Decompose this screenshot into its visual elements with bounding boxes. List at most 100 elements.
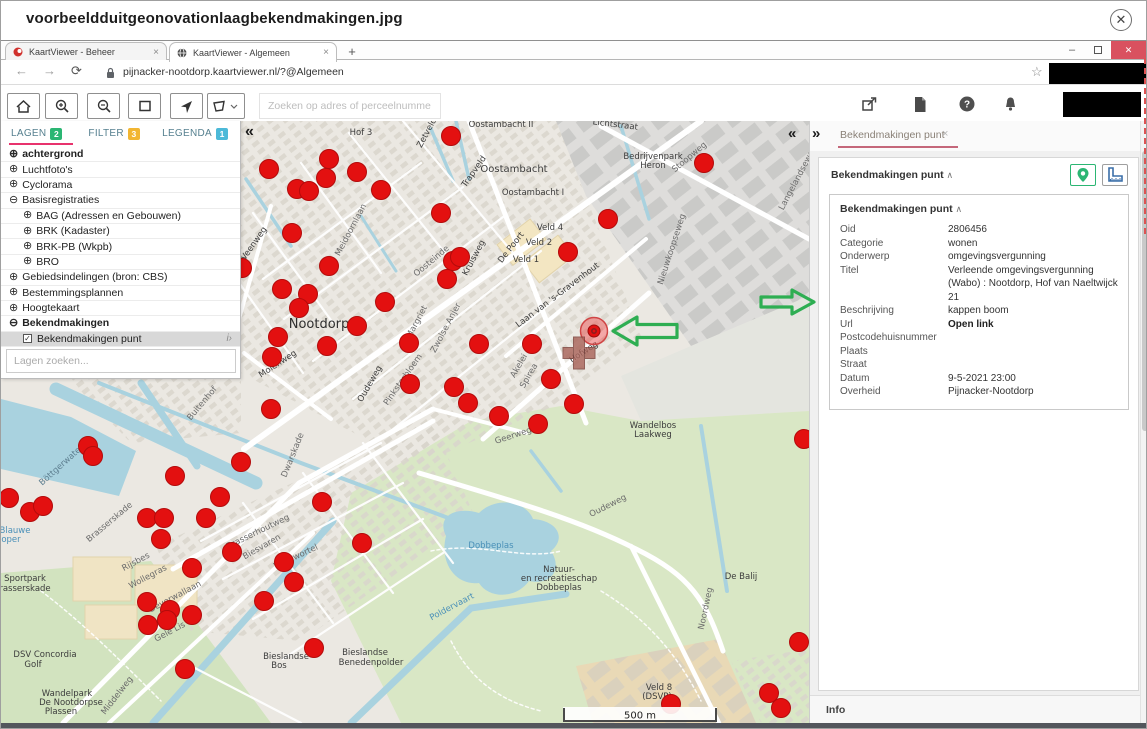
sidebar-tab-lagen[interactable]: LAGEN2 xyxy=(11,128,62,140)
url-text[interactable]: pijnacker-nootdorp.kaartviewer.nl/?@Alge… xyxy=(123,66,344,78)
bekendmaking-dot[interactable] xyxy=(232,453,251,472)
layer-item[interactable]: ⊖Bekendmakingen xyxy=(1,316,240,331)
bekendmaking-dot[interactable] xyxy=(275,553,294,572)
bekendmaking-dot[interactable] xyxy=(152,530,171,549)
pdf-icon[interactable] xyxy=(913,96,927,118)
bekendmaking-dot[interactable] xyxy=(565,395,584,414)
bekendmaking-dot[interactable] xyxy=(183,606,202,625)
bekendmaking-dot[interactable] xyxy=(790,633,809,652)
bekendmaking-dot[interactable] xyxy=(223,543,242,562)
layer-item[interactable]: ⊖Basisregistraties xyxy=(1,193,240,208)
expand-icon[interactable]: ⊕ xyxy=(9,303,18,314)
sidebar-tab-legenda[interactable]: LEGENDA1 xyxy=(162,128,228,140)
bekendmaking-dot[interactable] xyxy=(84,447,103,466)
bekendmaking-dot[interactable] xyxy=(559,243,578,262)
measure-button[interactable] xyxy=(1102,164,1128,186)
forward-icon[interactable]: → xyxy=(43,63,56,78)
collapse-caret-icon[interactable]: ∧ xyxy=(947,170,954,180)
bekendmaking-dot[interactable] xyxy=(262,400,281,419)
window-close-icon[interactable]: ✕ xyxy=(1111,41,1146,59)
bekendmaking-dot[interactable] xyxy=(290,299,309,318)
bekendmaking-dot[interactable] xyxy=(353,534,372,553)
bekendmaking-dot[interactable] xyxy=(138,593,157,612)
viewer-close-icon[interactable]: ✕ xyxy=(1110,9,1132,31)
expand-icon[interactable]: ⊕ xyxy=(23,210,32,221)
bekendmaking-dot[interactable] xyxy=(490,407,509,426)
bekendmaking-dot[interactable] xyxy=(263,348,282,367)
reload-icon[interactable]: ⟳ xyxy=(71,63,82,79)
layer-checkbox[interactable]: ✓ xyxy=(23,334,32,343)
expand-icon[interactable]: ⊕ xyxy=(9,287,18,298)
bookmark-star-icon[interactable]: ☆ xyxy=(1031,64,1043,80)
expand-icon[interactable]: ⊕ xyxy=(9,179,18,190)
bekendmaking-dot[interactable] xyxy=(599,210,618,229)
bekendmaking-dot[interactable] xyxy=(176,660,195,679)
layer-item[interactable]: ⊕BRO xyxy=(1,255,240,270)
bekendmaking-dot[interactable] xyxy=(400,334,419,353)
bekendmaking-dot[interactable] xyxy=(300,182,319,201)
bekendmaking-dot[interactable] xyxy=(459,394,478,413)
layer-item[interactable]: ⊕Bestemmingsplannen xyxy=(1,286,240,301)
bekendmaking-dot[interactable] xyxy=(442,127,461,146)
bekendmaking-dot[interactable] xyxy=(269,328,288,347)
panel-next-icon[interactable]: » xyxy=(812,125,820,142)
notifications-bell-icon[interactable] xyxy=(1003,96,1018,117)
bekendmaking-dot[interactable] xyxy=(313,493,332,512)
field-value[interactable]: Open link xyxy=(948,318,1118,332)
bekendmaking-dot[interactable] xyxy=(273,280,292,299)
layer-item[interactable]: ⊕achtergrond xyxy=(1,147,240,162)
bekendmaking-dot[interactable] xyxy=(139,616,158,635)
back-icon[interactable]: ← xyxy=(15,63,28,78)
bekendmaking-dot[interactable] xyxy=(523,335,542,354)
address-search-input[interactable] xyxy=(259,93,441,119)
expand-icon[interactable]: ⊕ xyxy=(9,164,18,175)
expand-icon[interactable]: ⊕ xyxy=(9,272,18,283)
browser-tab-algemeen[interactable]: KaartViewer - Algemeen × xyxy=(169,42,337,62)
tab-close-icon[interactable]: × xyxy=(315,47,329,58)
layer-item[interactable]: ⊕Cyclorama xyxy=(1,178,240,193)
panel-tab-label[interactable]: Bekendmakingen punt xyxy=(840,129,945,141)
collapse-caret-icon[interactable]: ∧ xyxy=(956,204,963,214)
bekendmaking-dot[interactable] xyxy=(695,154,714,173)
layer-info-icon[interactable]: i› xyxy=(226,333,232,344)
layer-item[interactable]: ⊕BRK (Kadaster) xyxy=(1,224,240,239)
minimize-icon[interactable]: – xyxy=(1059,44,1085,56)
bekendmaking-dot[interactable] xyxy=(348,163,367,182)
bekendmaking-dot[interactable] xyxy=(255,592,274,611)
bekendmaking-dot[interactable] xyxy=(158,611,177,630)
bekendmaking-dot[interactable] xyxy=(445,378,464,397)
layer-item[interactable]: ⊕BAG (Adressen en Gebouwen) xyxy=(1,209,240,224)
bekendmaking-dot[interactable] xyxy=(320,257,339,276)
locate-button[interactable] xyxy=(170,93,203,119)
collapse-icon[interactable]: ⊖ xyxy=(9,195,18,206)
layer-item[interactable]: ⊕Gebiedsindelingen (bron: CBS) xyxy=(1,270,240,285)
bekendmaking-dot[interactable] xyxy=(401,375,420,394)
layer-item[interactable]: ⊕Hoogtekaart xyxy=(1,301,240,316)
bekendmaking-dot[interactable] xyxy=(348,317,367,336)
bekendmaking-dot[interactable] xyxy=(318,337,337,356)
layer-search-input[interactable] xyxy=(6,349,236,373)
bekendmaking-dot[interactable] xyxy=(451,248,470,267)
bekendmaking-dot[interactable] xyxy=(529,415,548,434)
bekendmaking-dot[interactable] xyxy=(283,224,302,243)
bekendmaking-dot[interactable] xyxy=(320,150,339,169)
select-polygon-button[interactable] xyxy=(207,93,245,119)
bekendmaking-dot[interactable] xyxy=(317,169,336,188)
help-icon[interactable]: ? xyxy=(959,96,975,117)
tab-close-icon[interactable]: × xyxy=(145,47,159,58)
bekendmaking-dot[interactable] xyxy=(166,467,185,486)
zoom-out-button[interactable] xyxy=(87,93,120,119)
home-button[interactable] xyxy=(7,93,40,119)
maximize-icon[interactable] xyxy=(1085,46,1111,54)
layer-item[interactable]: ✓Bekendmakingen punti› xyxy=(1,332,240,347)
share-external-icon[interactable] xyxy=(861,96,878,117)
bekendmaking-dot[interactable] xyxy=(795,430,810,449)
zoom-extent-button[interactable] xyxy=(128,93,161,119)
bekendmaking-dot[interactable] xyxy=(372,181,391,200)
layer-item[interactable]: ⊕Luchtfoto's xyxy=(1,162,240,177)
info-section[interactable]: Info xyxy=(810,695,1147,723)
zoom-in-button[interactable] xyxy=(45,93,78,119)
bekendmaking-dot[interactable] xyxy=(183,559,202,578)
expand-icon[interactable]: ⊕ xyxy=(23,226,32,237)
sidebar-tab-filter[interactable]: FILTER3 xyxy=(88,128,140,140)
